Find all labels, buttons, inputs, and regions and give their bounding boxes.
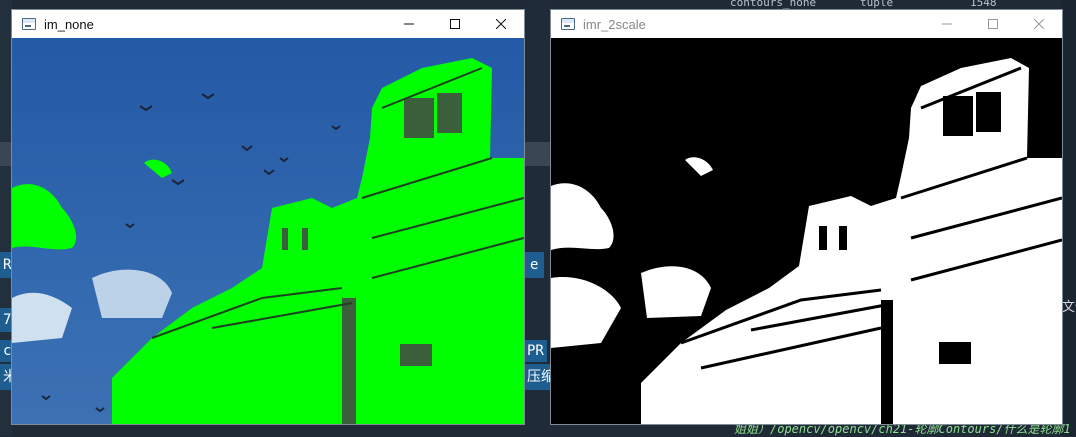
- ide-line-highlight-2: [524, 142, 552, 166]
- ide-fragment: PR: [524, 340, 547, 362]
- maximize-button[interactable]: [970, 10, 1016, 38]
- maximize-button[interactable]: [432, 10, 478, 38]
- window-app-icon: [22, 18, 36, 30]
- title-bar[interactable]: imr_2scale: [551, 10, 1062, 38]
- minimize-button[interactable]: [924, 10, 970, 38]
- contour-image: [12, 38, 524, 424]
- window-im-none[interactable]: im_none: [12, 10, 524, 424]
- ide-fragment: e: [524, 252, 545, 278]
- minimize-button[interactable]: [386, 10, 432, 38]
- maximize-icon: [450, 19, 460, 29]
- title-bar[interactable]: im_none: [12, 10, 524, 38]
- close-icon: [1034, 19, 1044, 29]
- ide-fragment: contours_none: [730, 0, 817, 9]
- maximize-icon: [988, 19, 998, 29]
- close-button[interactable]: [1016, 10, 1062, 38]
- window-app-icon: [561, 18, 575, 30]
- close-button[interactable]: [478, 10, 524, 38]
- window-imr-2scale[interactable]: imr_2scale: [551, 10, 1062, 424]
- image-canvas-contours: [12, 38, 524, 424]
- close-icon: [496, 19, 506, 29]
- ide-fragment: tuple: [860, 0, 894, 9]
- ide-fragment: 1548: [970, 0, 997, 9]
- image-canvas-binary: [551, 38, 1062, 424]
- window-title: im_none: [44, 16, 94, 32]
- ide-line-highlight: [0, 142, 12, 166]
- ide-fragment: 文件: [1062, 300, 1076, 315]
- ide-right-strip: [1062, 0, 1076, 436]
- window-title: imr_2scale: [583, 16, 646, 32]
- minimize-icon: [942, 23, 952, 25]
- minimize-icon: [404, 23, 414, 25]
- binary-image: [551, 38, 1062, 424]
